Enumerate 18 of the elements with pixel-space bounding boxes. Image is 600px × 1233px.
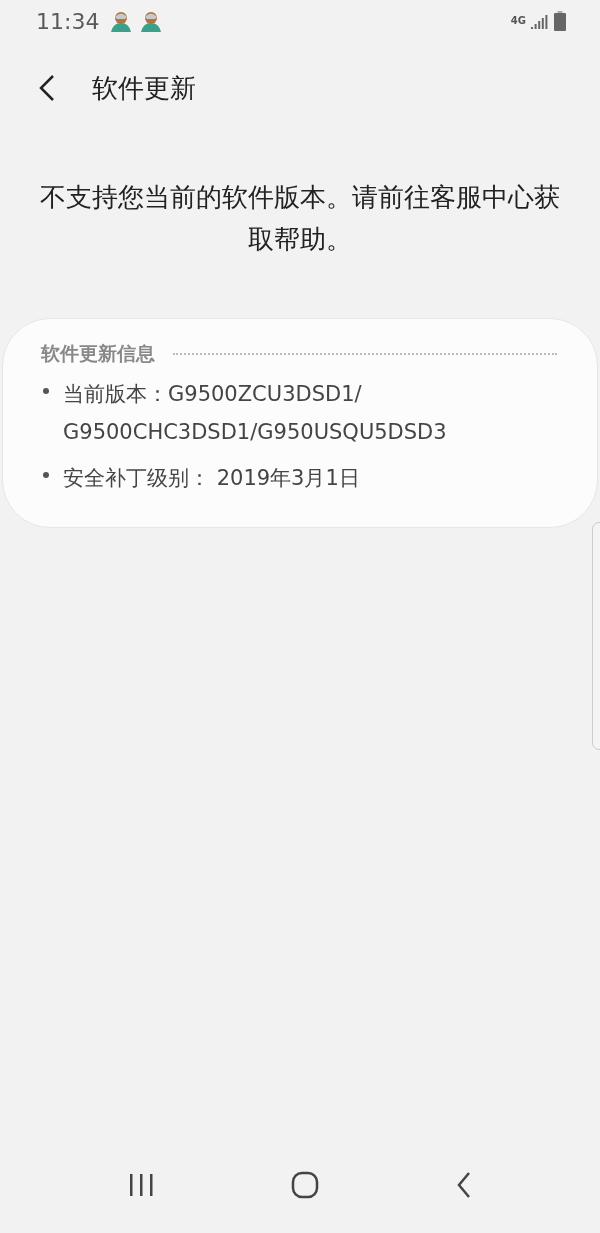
card-heading: 软件更新信息 [41, 341, 155, 366]
home-icon [291, 1171, 319, 1199]
info-line: 安全补丁级别： 2019年3月1日 [63, 465, 360, 492]
status-time: 11:34 [36, 8, 100, 34]
network-type: 4G [510, 16, 526, 26]
page-title: 软件更新 [92, 71, 196, 105]
back-icon [455, 1171, 472, 1199]
signal-icon [531, 13, 549, 29]
unsupported-message: 不支持您当前的软件版本。请前往客服中心获取帮助。 [40, 181, 560, 256]
figure-icon [139, 10, 164, 32]
battery-icon [554, 11, 566, 31]
figure-icon [109, 10, 134, 32]
bullet-icon [43, 388, 49, 394]
recents-icon [128, 1173, 155, 1197]
back-icon [38, 74, 56, 102]
info-line: 当前版本：G9500ZCU3DSD1/ [63, 381, 363, 408]
info-line: G9500CHC3DSD1/G950USQU5DSD3 [63, 419, 447, 446]
bullet-icon [43, 472, 49, 478]
